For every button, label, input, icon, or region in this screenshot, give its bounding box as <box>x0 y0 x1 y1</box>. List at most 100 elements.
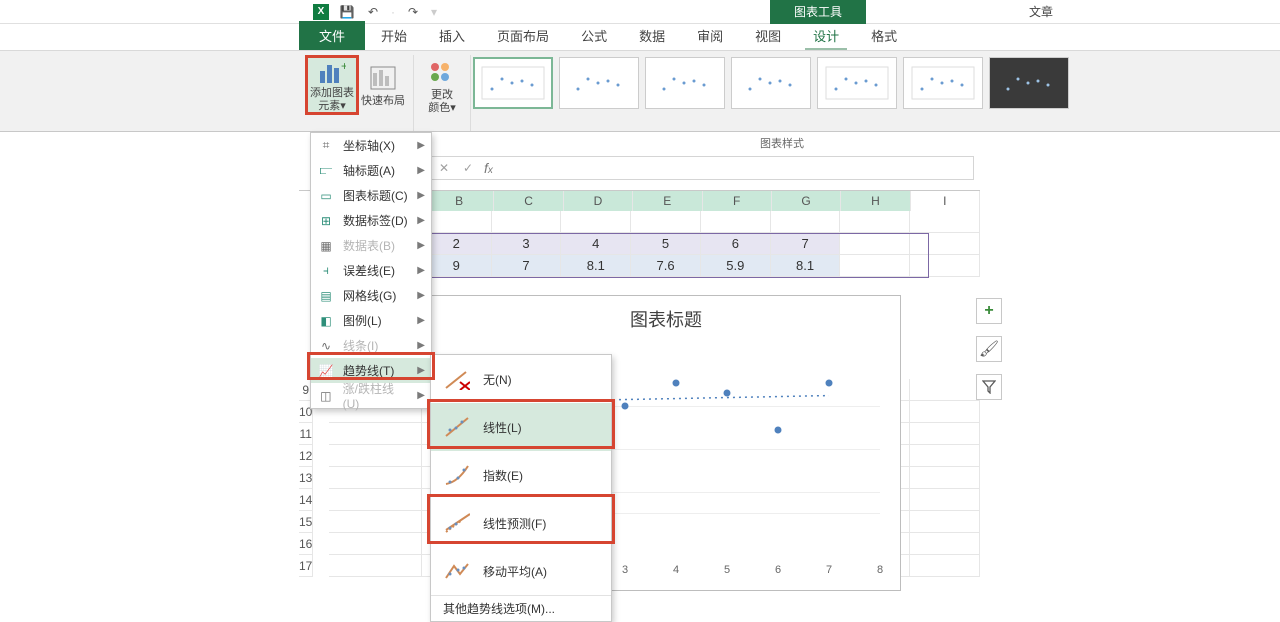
change-colors-label: 更改 颜色▾ <box>428 89 456 115</box>
trendline-none-label: 无(N) <box>483 371 512 388</box>
trendline-icon: 📈 <box>317 364 335 378</box>
change-colors-icon <box>427 57 457 87</box>
submenu-arrow-icon: ▶ <box>417 190 425 201</box>
chart-elements-button[interactable]: + <box>976 298 1002 324</box>
data-table-icon: ▦ <box>317 239 335 253</box>
trendline-forecast-icon <box>443 509 471 537</box>
trendline-linear-label: 线性(L) <box>483 419 522 436</box>
menu-gridlines[interactable]: ▤ 网格线(G) ▶ <box>311 283 431 308</box>
submenu-arrow-icon: ▶ <box>417 140 425 151</box>
col-header-B[interactable]: B <box>425 191 494 211</box>
tab-formulas[interactable]: 公式 <box>565 21 623 50</box>
quick-layout-label: 快速布局 <box>361 95 405 108</box>
submenu-arrow-icon: ▶ <box>417 390 425 401</box>
save-icon[interactable]: 💾 <box>339 4 355 20</box>
submenu-arrow-icon: ▶ <box>417 315 425 326</box>
trendline-forecast-label: 线性预测(F) <box>483 515 546 532</box>
col-header-H[interactable]: H <box>841 191 910 211</box>
col-header-F[interactable]: F <box>703 191 772 211</box>
menu-data-table-label: 数据表(B) <box>343 237 395 254</box>
submenu-arrow-icon: ▶ <box>417 265 425 276</box>
menu-data-table: ▦数据表(B)▶ <box>311 233 431 258</box>
redo-icon[interactable]: ↷ <box>405 4 421 20</box>
menu-error-bars[interactable]: ⫞误差线(E)▶ <box>311 258 431 283</box>
trendline-exponential-icon <box>443 461 471 489</box>
lines-icon: ∿ <box>317 339 335 353</box>
tab-review[interactable]: 审阅 <box>681 21 739 50</box>
chart-style-4[interactable] <box>731 57 811 109</box>
trendline-exponential[interactable]: 指数(E) <box>431 451 611 499</box>
menu-legend[interactable]: ◧ 图例(L) ▶ <box>311 308 431 333</box>
menu-chart-title[interactable]: ▭图表标题(C)▶ <box>311 183 431 208</box>
chart-style-3[interactable] <box>645 57 725 109</box>
col-header-E[interactable]: E <box>633 191 702 211</box>
chart-title[interactable]: 图表标题 <box>432 296 900 336</box>
menu-axes[interactable]: ⌗坐标轴(X)▶ <box>311 133 431 158</box>
formula-bar: ✕ ✓ fx <box>432 156 974 180</box>
undo-icon[interactable]: ↶ <box>365 4 381 20</box>
row-header-13[interactable]: 13 <box>299 467 313 489</box>
col-header-D[interactable]: D <box>564 191 633 211</box>
row-header-17[interactable]: 17 <box>299 555 313 577</box>
trendline-movavg-label: 移动平均(A) <box>483 563 547 580</box>
qat-dropdown-icon[interactable]: ▾ <box>431 5 437 19</box>
fx-icon[interactable]: fx <box>484 160 493 176</box>
menu-axes-label: 坐标轴(X) <box>343 137 395 154</box>
tab-data[interactable]: 数据 <box>623 21 681 50</box>
submenu-arrow-icon: ▶ <box>417 340 425 351</box>
menu-gridlines-label: 网格线(G) <box>343 287 396 304</box>
tab-insert[interactable]: 插入 <box>423 21 481 50</box>
menu-axis-titles[interactable]: ⫍轴标题(A)▶ <box>311 158 431 183</box>
chart-styles-caption: 图表样式 <box>760 135 804 151</box>
trendline-linear-icon <box>443 413 471 441</box>
chart-styles-gallery[interactable] <box>471 55 1071 131</box>
trendline-linear[interactable]: 线性(L) <box>431 403 611 451</box>
chart-style-1[interactable] <box>473 57 553 109</box>
row-header-16[interactable]: 16 <box>299 533 313 555</box>
chart-layouts-group: + 添加图表 元素▾ 快速布局 <box>299 55 414 131</box>
qat-separator: · <box>391 5 395 19</box>
col-header-C[interactable]: C <box>494 191 563 211</box>
gridlines-icon: ▤ <box>317 289 335 303</box>
trendline-exponential-label: 指数(E) <box>483 467 523 484</box>
quick-layout-button[interactable]: 快速布局 <box>359 55 407 115</box>
menu-data-labels[interactable]: ⊞数据标签(D)▶ <box>311 208 431 233</box>
trendline-linear-forecast[interactable]: 线性预测(F) <box>431 499 611 547</box>
menu-axis-titles-label: 轴标题(A) <box>343 162 395 179</box>
submenu-arrow-icon: ▶ <box>417 290 425 301</box>
trendline-more-options[interactable]: 其他趋势线选项(M)... <box>431 595 611 621</box>
legend-icon: ◧ <box>317 314 335 328</box>
tab-file[interactable]: 文件 <box>299 21 365 50</box>
chart-filters-button[interactable] <box>976 374 1002 400</box>
chart-style-6[interactable] <box>903 57 983 109</box>
menu-legend-label: 图例(L) <box>343 312 382 329</box>
row-header-15[interactable]: 15 <box>299 511 313 533</box>
tab-home[interactable]: 开始 <box>365 21 423 50</box>
row-header-11[interactable]: 11 <box>299 423 313 445</box>
tab-design[interactable]: 设计 <box>797 21 855 50</box>
chart-style-5[interactable] <box>817 57 897 109</box>
chart-style-7[interactable] <box>989 57 1069 109</box>
trendline-moving-average[interactable]: 移动平均(A) <box>431 547 611 595</box>
chart-style-2[interactable] <box>559 57 639 109</box>
chart-title-icon: ▭ <box>317 189 335 203</box>
col-header-I[interactable]: I <box>911 191 980 211</box>
ribbon: + 添加图表 元素▾ 快速布局 更改 颜色▾ <box>0 50 1280 132</box>
tab-format[interactable]: 格式 <box>855 21 913 50</box>
tab-page-layout[interactable]: 页面布局 <box>481 21 565 50</box>
chart-styles-button[interactable]: 🖌 <box>976 336 1002 362</box>
row-header-12[interactable]: 12 <box>299 445 313 467</box>
trendline-none[interactable]: 无(N) <box>431 355 611 403</box>
change-colors-group: 更改 颜色▾ <box>414 55 471 131</box>
add-chart-element-button[interactable]: + 添加图表 元素▾ <box>305 55 359 115</box>
row-header-14[interactable]: 14 <box>299 489 313 511</box>
change-colors-button[interactable]: 更改 颜色▾ <box>420 55 464 115</box>
enter-icon[interactable]: ✓ <box>456 161 480 175</box>
data-labels-icon: ⊞ <box>317 214 335 228</box>
tab-view[interactable]: 视图 <box>739 21 797 50</box>
trendline-movavg-icon <box>443 557 471 585</box>
col-header-G[interactable]: G <box>772 191 841 211</box>
trendline-submenu: 无(N) 线性(L) 指数(E) 线性预测(F) 移动平均(A) 其他趋势线选项… <box>430 354 612 622</box>
submenu-arrow-icon: ▶ <box>417 215 425 226</box>
cancel-icon[interactable]: ✕ <box>432 161 456 175</box>
